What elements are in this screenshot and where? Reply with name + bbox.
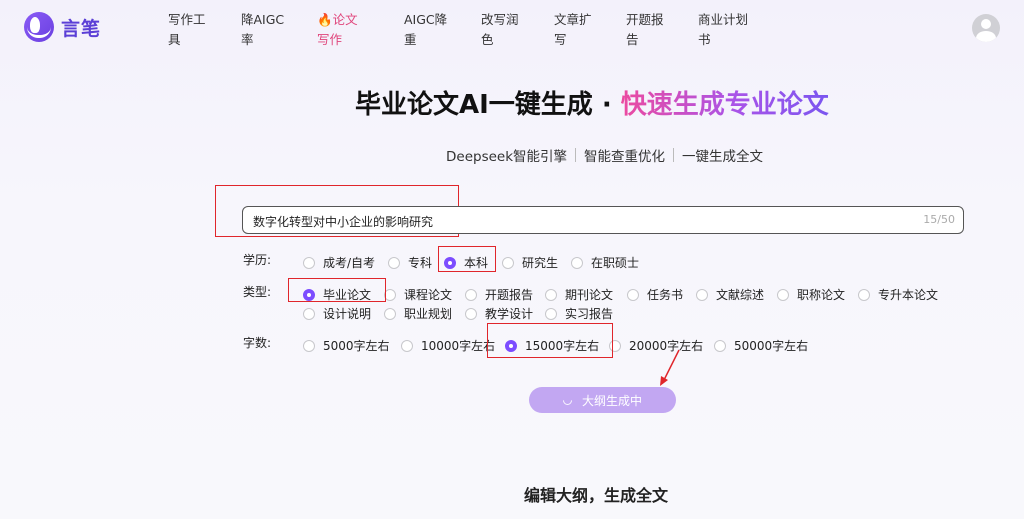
logo-text: 言笔 <box>61 17 102 40</box>
word-count-label: 字数: <box>243 336 272 350</box>
annotation-highlight-word-count <box>487 323 613 358</box>
radio-icon <box>384 307 396 320</box>
education-label: 学历: <box>243 253 272 267</box>
nav-item-business-plan[interactable]: 商业计划书 <box>698 10 748 50</box>
radio-icon <box>303 339 315 352</box>
nav-item-proposal[interactable]: 开题报告 <box>626 10 674 50</box>
loading-spinner-icon <box>561 393 574 407</box>
radio-type-proposal[interactable]: 开题报告 <box>465 286 533 303</box>
radio-words-5000[interactable]: 5000字左右 <box>303 337 390 354</box>
nav-item-paper-writing[interactable]: 🔥论文写作 <box>317 10 365 50</box>
radio-type-internship[interactable]: 实习报告 <box>545 305 613 322</box>
annotation-arrow-icon <box>660 349 680 386</box>
divider <box>575 148 577 162</box>
nav-item-reduce-aigc[interactable]: 降AIGC率 <box>241 10 289 50</box>
radio-icon <box>388 256 400 269</box>
page-title: 毕业论文AI一键生成 · 快速生成专业论文 <box>355 90 829 120</box>
divider <box>673 148 675 162</box>
radio-icon <box>401 339 413 352</box>
radio-icon <box>777 288 789 301</box>
section-title: 编辑大纲，生成全文 <box>524 486 669 505</box>
nav-item-aigc-dedup[interactable]: AIGC降重 <box>404 10 452 50</box>
radio-type-upgrade-thesis[interactable]: 专升本论文 <box>858 286 938 303</box>
annotation-highlight-education <box>438 246 496 272</box>
nav-item-rewrite[interactable]: 改写润色 <box>481 10 529 50</box>
radio-icon <box>502 256 514 269</box>
radio-type-title-paper[interactable]: 职称论文 <box>777 286 845 303</box>
logo-icon <box>24 12 54 42</box>
radio-type-review[interactable]: 文献综述 <box>696 286 764 303</box>
radio-type-design-doc[interactable]: 设计说明 <box>303 305 371 322</box>
radio-type-journal[interactable]: 期刊论文 <box>545 286 613 303</box>
radio-icon <box>465 288 477 301</box>
radio-icon <box>696 288 708 301</box>
top-navbar: 言笔 写作工具 降AIGC率 🔥论文写作 AIGC降重 改写润色 文章扩写 开题… <box>0 0 1024 56</box>
logo[interactable]: 言笔 <box>24 12 101 42</box>
radio-words-10000[interactable]: 10000字左右 <box>401 337 495 354</box>
radio-education-inservice[interactable]: 在职硕士 <box>571 254 639 271</box>
nav-item-writing-tools[interactable]: 写作工具 <box>168 10 216 50</box>
feature-item: 一键生成全文 <box>682 149 764 165</box>
radio-icon <box>303 307 315 320</box>
radio-icon <box>545 288 557 301</box>
annotation-highlight-type <box>288 278 386 302</box>
radio-education-junior[interactable]: 专科 <box>388 254 432 271</box>
feature-item: 智能查重优化 <box>584 149 666 165</box>
topic-input[interactable] <box>253 211 853 231</box>
feature-item: Deepseek智能引擎 <box>446 149 568 165</box>
topic-field[interactable]: 15/50 <box>242 206 964 234</box>
radio-type-assignment[interactable]: 任务书 <box>627 286 683 303</box>
radio-type-lesson-design[interactable]: 教学设计 <box>465 305 533 322</box>
radio-words-50000[interactable]: 50000字左右 <box>714 337 808 354</box>
radio-type-career-plan[interactable]: 职业规划 <box>384 305 452 322</box>
radio-icon <box>465 307 477 320</box>
radio-education-adult[interactable]: 成考/自考 <box>303 254 375 271</box>
radio-icon <box>303 256 315 269</box>
radio-icon <box>714 339 726 352</box>
radio-icon <box>627 288 639 301</box>
nav-item-expand[interactable]: 文章扩写 <box>554 10 602 50</box>
radio-icon <box>571 256 583 269</box>
user-avatar-icon[interactable] <box>972 14 1000 42</box>
fire-icon: 🔥 <box>317 12 333 27</box>
radio-education-graduate[interactable]: 研究生 <box>502 254 558 271</box>
radio-icon <box>545 307 557 320</box>
radio-icon <box>858 288 870 301</box>
char-count: 15/50 <box>923 213 955 226</box>
type-label: 类型: <box>243 285 272 299</box>
radio-type-course[interactable]: 课程论文 <box>384 286 452 303</box>
feature-list: Deepseek智能引擎 智能查重优化 一键生成全文 <box>446 145 763 165</box>
generate-outline-button[interactable]: 大纲生成中 <box>529 387 676 413</box>
